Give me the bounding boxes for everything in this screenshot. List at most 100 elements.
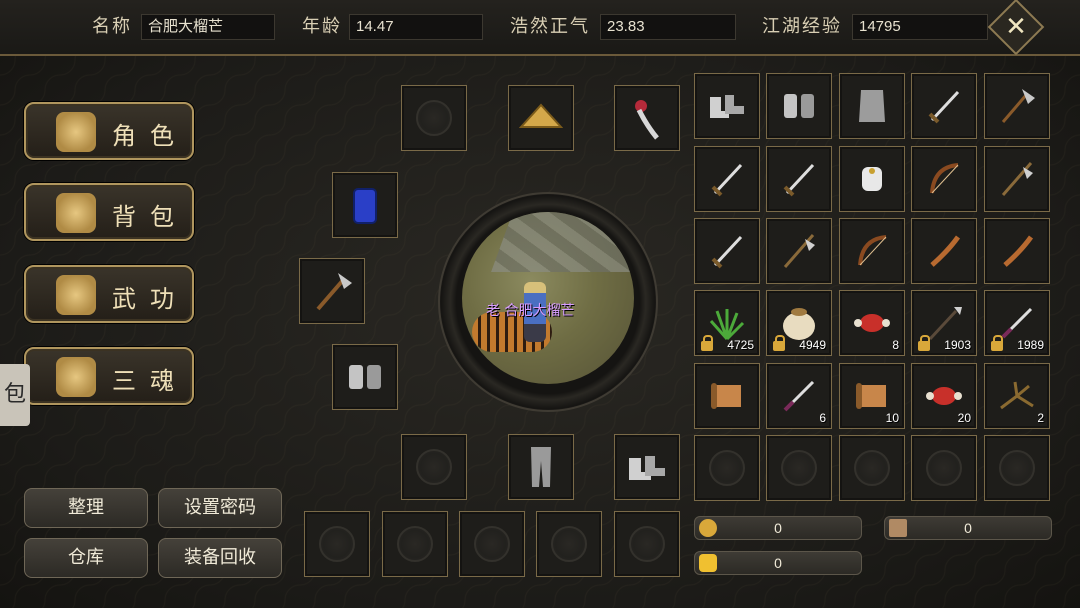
pants-icon <box>517 443 565 491</box>
inventory-slot[interactable] <box>911 146 977 212</box>
blue-armor-icon <box>341 181 389 229</box>
accessory-slot[interactable] <box>536 511 602 577</box>
equip-slot-empty[interactable] <box>401 85 467 151</box>
copper-coin-icon <box>699 519 717 537</box>
inventory-slot[interactable] <box>694 435 760 501</box>
slot-emblem-icon <box>551 526 587 562</box>
straw-hat-icon <box>517 94 565 142</box>
warehouse-button[interactable]: 仓库 <box>24 538 148 578</box>
sword-icon <box>703 155 751 203</box>
martial-arts-scroll-icon <box>56 275 96 315</box>
inventory-slot[interactable] <box>694 146 760 212</box>
blade-icon <box>920 227 968 275</box>
inventory-slot[interactable]: 4949 <box>766 290 832 356</box>
inventory-slot[interactable] <box>839 435 905 501</box>
inventory-slot[interactable]: 6 <box>766 363 832 429</box>
sort-button[interactable]: 整理 <box>24 488 148 528</box>
age-field: 14.47 <box>349 14 483 40</box>
inventory-slot[interactable] <box>839 146 905 212</box>
equip-slot-boots[interactable] <box>614 434 680 500</box>
equip-slot-hat[interactable] <box>508 85 574 151</box>
slot-emblem-icon <box>926 450 962 486</box>
inventory-slot[interactable] <box>694 73 760 139</box>
item-quantity: 1989 <box>1017 338 1044 352</box>
righteous-label: 浩然正气 <box>510 16 590 37</box>
inventory-slot[interactable]: 20 <box>911 363 977 429</box>
equip-slot-weapon[interactable] <box>299 258 365 324</box>
menu-martial-arts-label: 武功 <box>112 285 188 313</box>
three-souls-icon <box>56 357 96 397</box>
sword-icon <box>775 155 823 203</box>
slot-emblem-icon <box>474 526 510 562</box>
inventory-slot[interactable] <box>694 218 760 284</box>
boots-icon <box>623 443 671 491</box>
name-label: 名称 <box>92 16 132 37</box>
menu-martial-arts-button[interactable]: 武功 <box>24 265 194 323</box>
inventory-slot[interactable] <box>839 73 905 139</box>
token-value: 0 <box>964 520 972 536</box>
equip-slot-armor[interactable] <box>332 172 398 238</box>
inventory-slot[interactable] <box>766 73 832 139</box>
gold-counter: 0 <box>694 551 862 575</box>
inventory-slot[interactable]: 1903 <box>911 290 977 356</box>
item-quantity: 20 <box>957 411 971 425</box>
righteous-field: 23.83 <box>600 14 736 40</box>
accessory-slot[interactable] <box>304 511 370 577</box>
item-quantity: 6 <box>819 411 826 425</box>
inventory-slot[interactable] <box>911 73 977 139</box>
token-counter: 0 <box>884 516 1052 540</box>
slot-emblem-icon <box>319 526 355 562</box>
slot-emblem-icon <box>416 100 452 136</box>
inventory-slot[interactable] <box>766 218 832 284</box>
item-quantity: 4949 <box>799 338 826 352</box>
gauntlet-icon <box>848 155 896 203</box>
inventory-slot[interactable] <box>984 435 1050 501</box>
exp-label: 江湖经验 <box>762 16 842 37</box>
inventory-slot[interactable]: 2 <box>984 363 1050 429</box>
menu-backpack-button[interactable]: 背包 <box>24 183 194 241</box>
name-field: 合肥大榴芒 <box>141 14 275 40</box>
equip-slot-hair[interactable] <box>614 85 680 151</box>
inventory-slot[interactable]: 10 <box>839 363 905 429</box>
inventory-slot[interactable] <box>766 146 832 212</box>
equip-slot-empty[interactable] <box>401 434 467 500</box>
branch-icon <box>993 372 1041 420</box>
menu-three-souls-button[interactable]: 三魂 <box>24 347 194 405</box>
inventory-slot[interactable] <box>911 218 977 284</box>
blade-icon <box>993 227 1041 275</box>
menu-character-label: 角色 <box>112 122 188 150</box>
item-quantity: 10 <box>885 411 899 425</box>
accessory-slot[interactable] <box>614 511 680 577</box>
axe-icon <box>308 267 356 315</box>
menu-character-button[interactable]: 角色 <box>24 102 194 160</box>
inventory-slot[interactable] <box>694 363 760 429</box>
inventory-slot[interactable]: 8 <box>839 290 905 356</box>
equip-slot-pants[interactable] <box>508 434 574 500</box>
inventory-slot[interactable] <box>839 218 905 284</box>
inventory-slot[interactable] <box>984 218 1050 284</box>
equipment-recycle-button[interactable]: 装备回收 <box>158 538 282 578</box>
side-bag-tab[interactable]: 包 <box>0 364 30 426</box>
inventory-slot[interactable] <box>984 146 1050 212</box>
top-bar: 名称 合肥大榴芒 年龄 14.47 浩然正气 23.83 江湖经验 14795 … <box>0 0 1080 56</box>
stone-path <box>491 212 634 272</box>
lock-icon <box>991 335 1003 351</box>
slot-emblem-icon <box>709 450 745 486</box>
inventory-slot[interactable]: 4725 <box>694 290 760 356</box>
scroll-icon <box>703 372 751 420</box>
equip-slot-bracers[interactable] <box>332 344 398 410</box>
bracers-icon <box>341 353 389 401</box>
inventory-slot[interactable] <box>984 73 1050 139</box>
close-icon[interactable]: ✕ <box>996 7 1036 47</box>
gold-value: 0 <box>774 555 782 571</box>
set-password-button[interactable]: 设置密码 <box>158 488 282 528</box>
coin-value: 0 <box>774 520 782 536</box>
inventory-slot[interactable] <box>766 435 832 501</box>
inventory-slot[interactable]: 1989 <box>984 290 1050 356</box>
accessory-slot[interactable] <box>459 511 525 577</box>
sword-icon <box>703 227 751 275</box>
character-name-tag: 老 合肥大榴芒 <box>486 303 575 319</box>
inventory-slot[interactable] <box>911 435 977 501</box>
accessory-slot[interactable] <box>382 511 448 577</box>
menu-backpack-label: 背包 <box>112 203 188 231</box>
